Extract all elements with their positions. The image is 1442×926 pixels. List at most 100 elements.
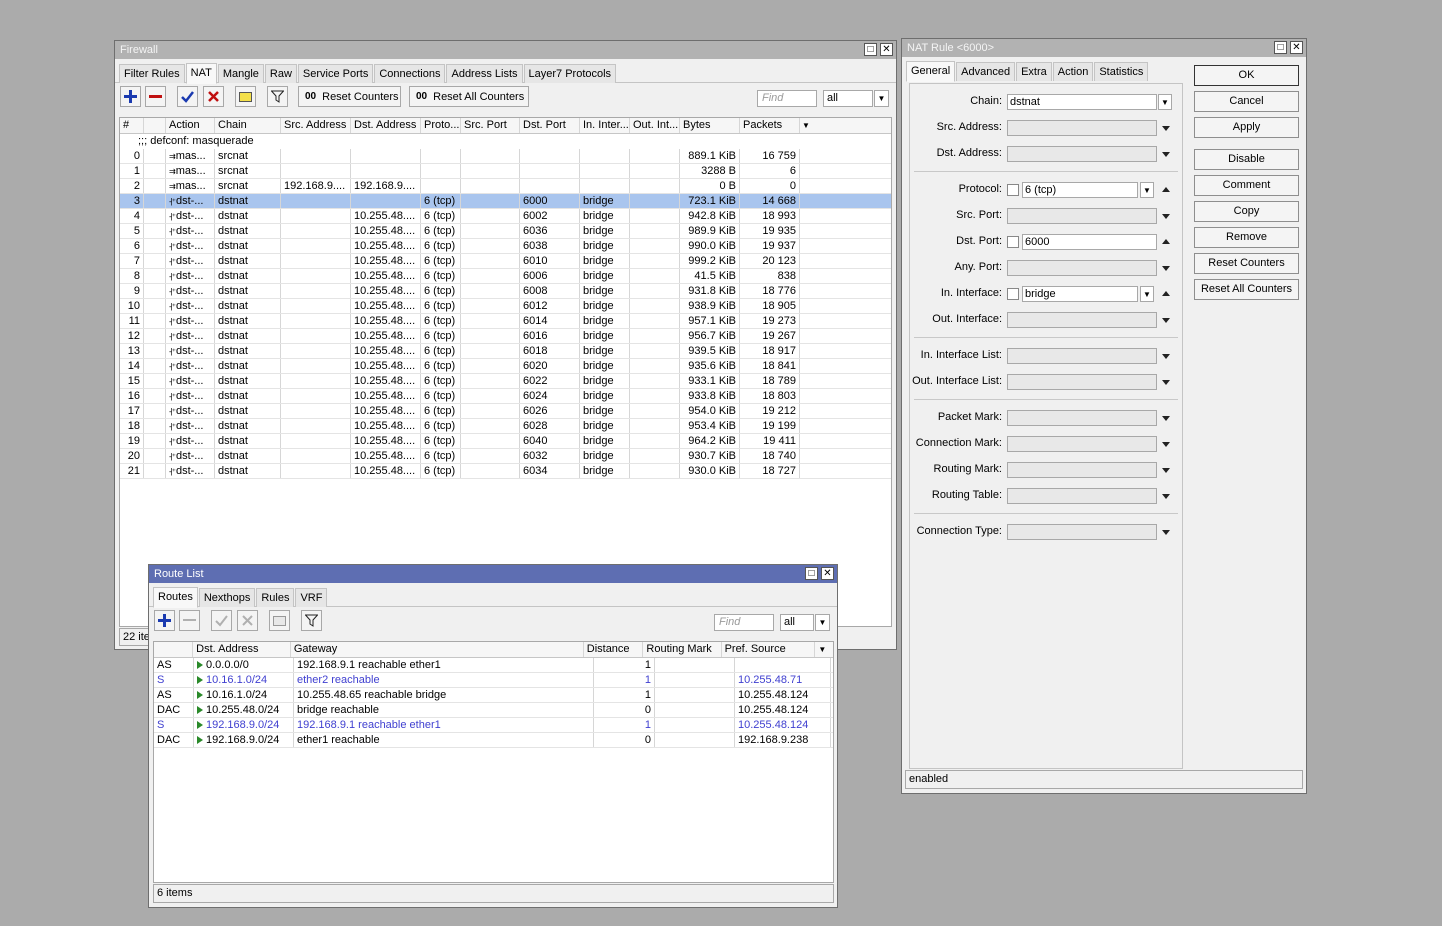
in-interface-field[interactable]: bridge — [1022, 286, 1138, 302]
table-row[interactable]: 10 -|⁺dst-... dstnat 10.255.48.... 6 (tcp) 60… — [120, 299, 891, 314]
col-flags-header[interactable] — [144, 118, 166, 133]
tab-extra[interactable]: Extra — [1016, 62, 1052, 81]
reset-all-counters-button[interactable]: 00 Reset All Counters — [409, 86, 529, 107]
table-row[interactable]: 3 -|⁺dst-... dstnat 6 (tcp) 6000 bridge 723.1 … — [120, 194, 891, 209]
route-list-titlebar[interactable]: Route List □ ✕ — [149, 565, 837, 583]
tab-statistics[interactable]: Statistics — [1094, 62, 1149, 81]
out-interface-list-dropdown-icon[interactable] — [1162, 380, 1170, 385]
table-row[interactable]: 4 -|⁺dst-... dstnat 10.255.48.... 6 (tcp) 600… — [120, 209, 891, 224]
in-interface-list-dropdown-icon[interactable] — [1162, 354, 1170, 359]
table-row[interactable]: 18 -|⁺dst-... dstnat 10.255.48.... 6 (tcp) 60… — [120, 419, 891, 434]
reset-counters-button[interactable]: Reset Counters — [1194, 253, 1299, 274]
tab-mangle[interactable]: Mangle — [217, 64, 264, 83]
tab-filter-rules[interactable]: Filter Rules — [119, 64, 185, 83]
connection-type-dropdown-icon[interactable] — [1162, 530, 1170, 535]
maximize-icon[interactable]: □ — [805, 567, 818, 580]
src-address-dropdown-icon[interactable] — [1162, 126, 1170, 131]
in-interface-dropdown-icon[interactable]: ▼ — [1140, 286, 1154, 302]
disable-x-icon[interactable] — [203, 86, 224, 107]
table-row[interactable]: 1 ⇉mas... srcnat 3288 B6 — [120, 164, 891, 179]
src-port-field[interactable] — [1007, 208, 1157, 224]
filter-dropdown-icon[interactable]: ▼ — [874, 90, 889, 107]
disable-button[interactable]: Disable — [1194, 149, 1299, 170]
filter-funnel-icon[interactable] — [301, 610, 322, 631]
dst-port-collapse-icon[interactable] — [1162, 239, 1170, 244]
dst-address-field[interactable] — [1007, 146, 1157, 162]
enable-check-icon[interactable] — [177, 86, 198, 107]
connection-mark-dropdown-icon[interactable] — [1162, 442, 1170, 447]
dst-port-field[interactable]: 6000 — [1022, 234, 1157, 250]
tab-service-ports[interactable]: Service Ports — [297, 64, 374, 83]
tab-nat[interactable]: NAT — [185, 63, 217, 84]
col-protocol-header[interactable]: Proto... — [421, 118, 461, 133]
find-input[interactable]: Find — [757, 90, 817, 107]
table-row[interactable]: 15 -|⁺dst-... dstnat 10.255.48.... 6 (tcp) 60… — [120, 374, 891, 389]
connection-type-field[interactable] — [1007, 524, 1157, 540]
disable-x-icon[interactable] — [237, 610, 258, 631]
apply-button[interactable]: Apply — [1194, 117, 1299, 138]
table-row[interactable]: 21 -|⁺dst-... dstnat 10.255.48.... 6 (tcp) 60… — [120, 464, 891, 479]
comment-note-icon[interactable] — [269, 610, 290, 631]
nat-rule-titlebar[interactable]: NAT Rule <6000> □ ✕ — [902, 39, 1306, 57]
any-port-field[interactable] — [1007, 260, 1157, 276]
in-interface-list-field[interactable] — [1007, 348, 1157, 364]
reset-all-counters-button[interactable]: Reset All Counters — [1194, 279, 1299, 300]
col-bytes-header[interactable]: Bytes — [680, 118, 740, 133]
tab-action[interactable]: Action — [1052, 62, 1094, 81]
routing-table-field[interactable] — [1007, 488, 1157, 504]
col-dst-port-header[interactable]: Dst. Port — [520, 118, 580, 133]
reset-counters-button[interactable]: 00 Reset Counters — [298, 86, 401, 107]
tab-nexthops[interactable]: Nexthops — [198, 588, 256, 607]
table-row[interactable]: AS 0.0.0.0/0 192.168.9.1 reachable ether1 1 — [154, 658, 833, 673]
table-row[interactable]: 6 -|⁺dst-... dstnat 10.255.48.... 6 (tcp) 603… — [120, 239, 891, 254]
out-interface-dropdown-icon[interactable] — [1162, 318, 1170, 323]
remove-button[interactable]: Remove — [1194, 227, 1299, 248]
col-src-port-header[interactable]: Src. Port — [461, 118, 520, 133]
table-row[interactable]: 12 -|⁺dst-... dstnat 10.255.48.... 6 (tcp) 60… — [120, 329, 891, 344]
any-port-dropdown-icon[interactable] — [1162, 266, 1170, 271]
col-dst-address-header[interactable]: Dst. Address — [351, 118, 421, 133]
comment-note-icon[interactable] — [235, 86, 256, 107]
routing-mark-field[interactable] — [1007, 462, 1157, 478]
maximize-icon[interactable]: □ — [864, 43, 877, 56]
close-icon[interactable]: ✕ — [880, 43, 893, 56]
chain-dropdown-icon[interactable]: ▼ — [1158, 94, 1172, 110]
table-row[interactable]: 11 -|⁺dst-... dstnat 10.255.48.... 6 (tcp) 60… — [120, 314, 891, 329]
src-port-dropdown-icon[interactable] — [1162, 214, 1170, 219]
ok-button[interactable]: OK — [1194, 65, 1299, 86]
table-row[interactable]: 19 -|⁺dst-... dstnat 10.255.48.... 6 (tcp) 60… — [120, 434, 891, 449]
col-gateway-header[interactable]: Gateway — [291, 642, 584, 657]
table-row[interactable]: DAC 10.255.48.0/24 bridge reachable 0 10.255… — [154, 703, 833, 718]
table-row[interactable]: 20 -|⁺dst-... dstnat 10.255.48.... 6 (tcp) 60… — [120, 449, 891, 464]
find-input[interactable]: Find — [714, 614, 774, 631]
table-row[interactable]: 8 -|⁺dst-... dstnat 10.255.48.... 6 (tcp) 600… — [120, 269, 891, 284]
cancel-button[interactable]: Cancel — [1194, 91, 1299, 112]
tab-connections[interactable]: Connections — [374, 64, 446, 83]
enable-check-icon[interactable] — [211, 610, 232, 631]
in-interface-invert-checkbox[interactable] — [1007, 288, 1019, 300]
comment-button[interactable]: Comment — [1194, 175, 1299, 196]
add-icon[interactable] — [154, 610, 175, 631]
table-row[interactable]: 7 -|⁺dst-... dstnat 10.255.48.... 6 (tcp) 601… — [120, 254, 891, 269]
maximize-icon[interactable]: □ — [1274, 41, 1287, 54]
col-src-address-header[interactable]: Src. Address — [281, 118, 351, 133]
tab-layer7-protocols[interactable]: Layer7 Protocols — [523, 64, 617, 83]
routing-table-dropdown-icon[interactable] — [1162, 494, 1170, 499]
out-interface-list-field[interactable] — [1007, 374, 1157, 390]
in-interface-collapse-icon[interactable] — [1162, 291, 1170, 296]
tab-vrf[interactable]: VRF — [295, 588, 328, 607]
tab-general[interactable]: General — [906, 61, 956, 82]
col-routing-mark-header[interactable]: Routing Mark — [643, 642, 722, 657]
table-row[interactable]: 14 -|⁺dst-... dstnat 10.255.48.... 6 (tcp) 60… — [120, 359, 891, 374]
packet-mark-field[interactable] — [1007, 410, 1157, 426]
table-row[interactable]: 17 -|⁺dst-... dstnat 10.255.48.... 6 (tcp) 60… — [120, 404, 891, 419]
table-row[interactable]: AS 10.16.1.0/24 10.255.48.65 reachable bri… — [154, 688, 833, 703]
close-icon[interactable]: ✕ — [821, 567, 834, 580]
col-in-interface-header[interactable]: In. Inter... — [580, 118, 630, 133]
tab-routes[interactable]: Routes — [153, 587, 198, 608]
col-number-header[interactable]: # — [120, 118, 144, 133]
protocol-field[interactable]: 6 (tcp) — [1022, 182, 1138, 198]
col-pref-source-header[interactable]: Pref. Source — [722, 642, 816, 657]
connection-mark-field[interactable] — [1007, 436, 1157, 452]
tab-rules[interactable]: Rules — [256, 588, 295, 607]
